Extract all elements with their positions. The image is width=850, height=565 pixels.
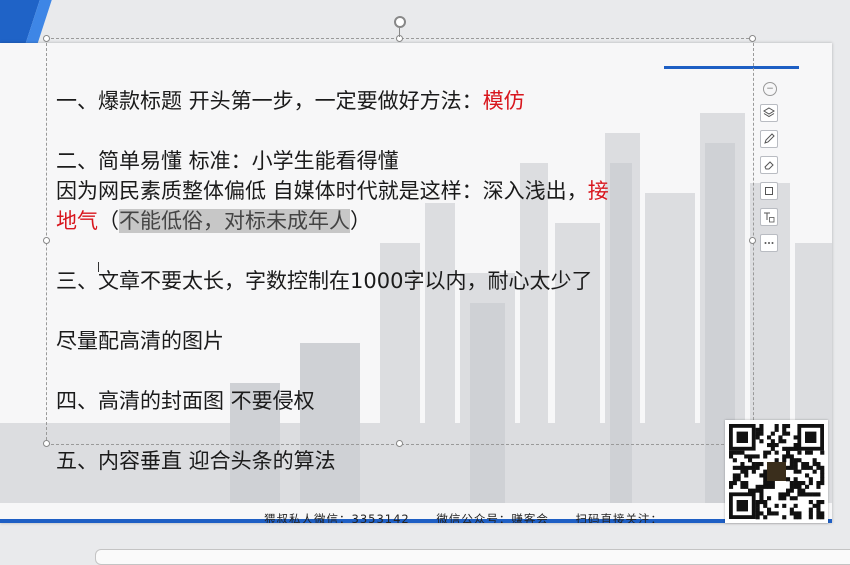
text-segment: 二、简单易懂 标准：小学生能看得懂 bbox=[56, 149, 399, 173]
rotate-handle-stem bbox=[399, 28, 400, 37]
text-segment: 一、爆款标题 开头第一步，一定要做好方法： bbox=[56, 89, 483, 113]
text-segment: 因为网民素质整体偏低 自媒体时代就是这样：深入浅出， bbox=[56, 179, 588, 203]
slide-text-content[interactable]: 一、爆款标题 开头第一步，一定要做好方法：模仿二、简单易懂 标准：小学生能看得懂… bbox=[56, 86, 756, 476]
text-line: 尽量配高清的图片 bbox=[56, 326, 756, 356]
more-icon[interactable] bbox=[760, 234, 778, 252]
highlighted-text: 不能低俗，对标未成年人 bbox=[119, 209, 350, 233]
collapse-icon[interactable]: − bbox=[763, 82, 777, 96]
resize-handle-bottom-left[interactable] bbox=[43, 440, 50, 447]
text-segment: （ bbox=[98, 209, 119, 233]
text-segment: 三、文章不要太长，字数控制在1000字以内，耐心太少了 bbox=[56, 269, 593, 293]
text-line: 五、内容垂直 迎合头条的算法 bbox=[56, 446, 756, 476]
resize-handle-top-left[interactable] bbox=[43, 35, 50, 42]
text-segment: 尽量配高清的图片 bbox=[56, 329, 224, 353]
qr-code bbox=[725, 420, 828, 523]
slide-footer: 猥叔私人微信：3353142 微信公众号：赚客会 扫码直接关注： bbox=[264, 511, 685, 523]
eraser-icon[interactable] bbox=[760, 156, 778, 174]
text-line: 四、高清的封面图 不要侵权 bbox=[56, 386, 756, 416]
object-toolbar: − bbox=[760, 82, 782, 260]
emphasis-text: 接 bbox=[587, 179, 609, 203]
pen-icon[interactable] bbox=[760, 130, 778, 148]
text-cursor bbox=[98, 262, 99, 272]
layers-icon[interactable] bbox=[760, 104, 778, 122]
text-segment: 四、高清的封面图 不要侵权 bbox=[56, 389, 315, 413]
footer-wechat-private: 猥叔私人微信：3353142 bbox=[264, 512, 410, 523]
text-frame-icon[interactable] bbox=[760, 208, 778, 226]
text-line: 一、爆款标题 开头第一步，一定要做好方法：模仿 bbox=[56, 86, 756, 116]
text-line: 因为网民素质整体偏低 自媒体时代就是这样：深入浅出，接 bbox=[56, 176, 756, 206]
horizontal-scrollbar[interactable] bbox=[95, 549, 850, 565]
text-line: 地气（不能低俗，对标未成年人） bbox=[56, 206, 756, 236]
crop-icon[interactable] bbox=[760, 182, 778, 200]
text-line: 二、简单易懂 标准：小学生能看得懂 bbox=[56, 146, 756, 176]
emphasis-text: 地气 bbox=[56, 209, 98, 233]
text-line: 三、文章不要太长，字数控制在1000字以内，耐心太少了 bbox=[56, 266, 756, 296]
text-segment: ） bbox=[350, 209, 371, 233]
text-segment: 五、内容垂直 迎合头条的算法 bbox=[56, 449, 336, 473]
rotate-handle[interactable] bbox=[394, 16, 406, 28]
footer-scan-follow: 扫码直接关注： bbox=[575, 512, 664, 523]
emphasis-text: 模仿 bbox=[482, 89, 525, 113]
resize-handle-middle-left[interactable] bbox=[43, 237, 50, 244]
footer-wechat-public: 微信公众号：赚客会 bbox=[436, 512, 549, 523]
resize-handle-top-right[interactable] bbox=[749, 35, 756, 42]
